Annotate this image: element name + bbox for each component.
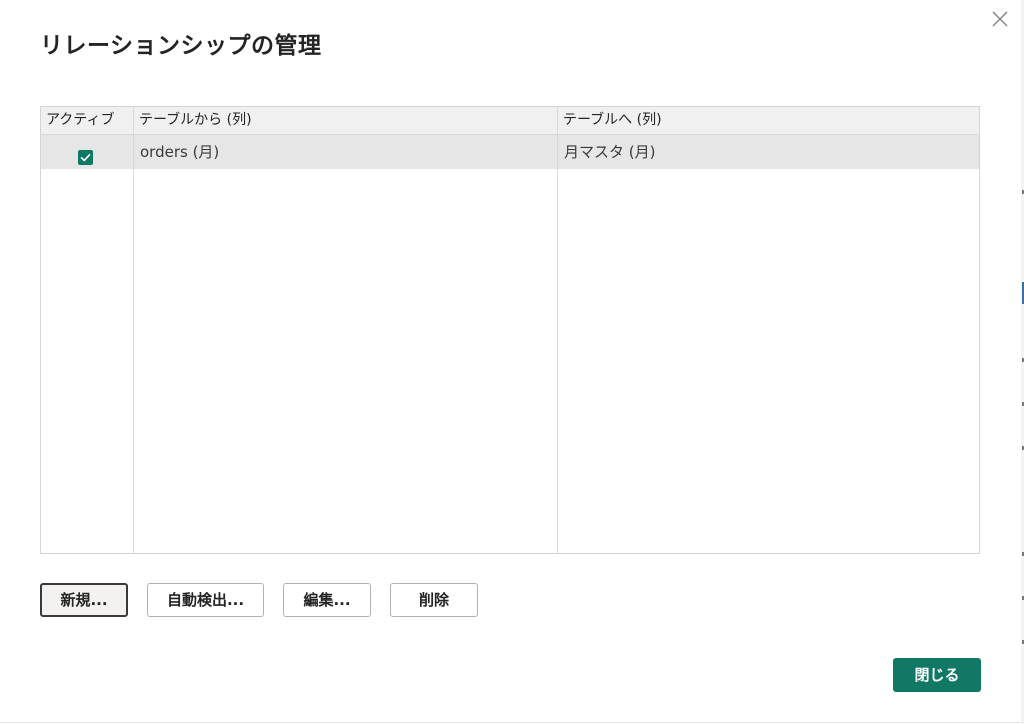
- dialog-title: リレーションシップの管理: [40, 33, 322, 59]
- table-header: アクティブ テーブルから (列) テーブルへ (列): [41, 107, 979, 135]
- header-active[interactable]: アクティブ: [41, 107, 133, 134]
- close-icon[interactable]: [989, 8, 1011, 30]
- close-button[interactable]: 閉じる: [893, 658, 981, 692]
- header-to-table[interactable]: テーブルへ (列): [558, 107, 979, 134]
- column-divider: [133, 107, 134, 553]
- manage-relationships-dialog: リレーションシップの管理 アクティブ テーブルから (列) テーブルへ (列) …: [0, 0, 1022, 723]
- autodetect-button[interactable]: 自動検出...: [147, 583, 264, 617]
- table-row[interactable]: orders (月) 月マスタ (月): [41, 135, 979, 169]
- from-table-cell: orders (月): [140, 143, 220, 161]
- edit-button[interactable]: 編集...: [283, 583, 371, 617]
- active-checkbox[interactable]: [78, 150, 93, 165]
- to-table-cell: 月マスタ (月): [564, 143, 656, 161]
- checkmark-icon: [80, 154, 91, 162]
- header-from-table[interactable]: テーブルから (列): [134, 107, 557, 134]
- delete-button[interactable]: 削除: [390, 583, 478, 617]
- relationships-table: アクティブ テーブルから (列) テーブルへ (列) orders (月) 月マ…: [40, 106, 980, 554]
- column-divider: [557, 107, 558, 553]
- new-relationship-button[interactable]: 新規...: [40, 583, 128, 617]
